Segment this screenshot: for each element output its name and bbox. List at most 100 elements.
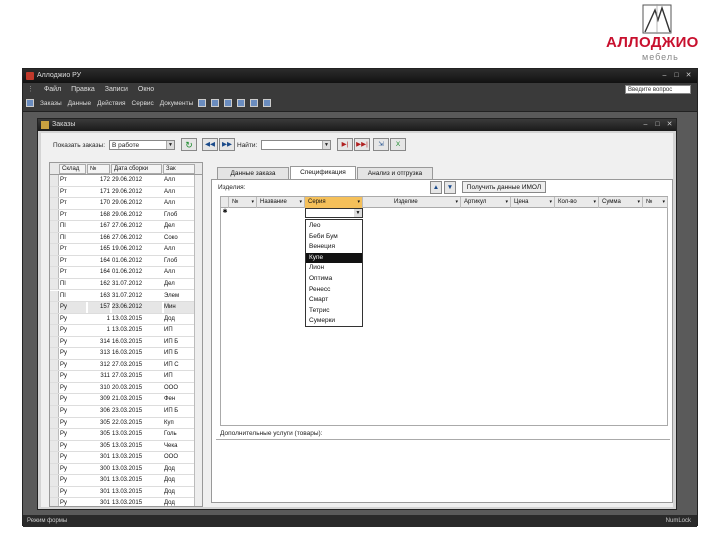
- table-row[interactable]: Пl 166 27.06.2012 Соко: [50, 232, 202, 245]
- help-icon[interactable]: [262, 99, 271, 108]
- status-filter-select[interactable]: В работе ▼: [109, 140, 175, 150]
- table-row[interactable]: Ру 301 13.03.2015 ООО: [50, 452, 202, 464]
- refresh-button[interactable]: ↻: [181, 138, 197, 151]
- print-icon[interactable]: [250, 99, 259, 108]
- spec-col-article[interactable]: Артикул ▾: [461, 197, 511, 208]
- toolbar-actions[interactable]: Действия: [97, 96, 125, 112]
- export-button[interactable]: ⇲: [373, 138, 389, 151]
- table-row[interactable]: Ру 313 16.03.2015 ИП Б: [50, 348, 202, 360]
- row-selector[interactable]: [50, 475, 59, 486]
- table-row[interactable]: Ру 305 13.03.2015 Голь: [50, 429, 202, 441]
- table-row[interactable]: Рт 165 19.06.2012 Алл: [50, 244, 202, 256]
- menu-file[interactable]: Файл: [44, 86, 61, 93]
- chevron-down-icon[interactable]: ▼: [166, 141, 174, 149]
- spec-col-number[interactable]: № ▾: [229, 197, 257, 208]
- row-selector[interactable]: [50, 429, 59, 440]
- table-row[interactable]: Рт 164 01.06.2012 Глоб: [50, 255, 202, 268]
- move-up-icon[interactable]: ▲: [430, 181, 442, 194]
- row-selector[interactable]: [50, 267, 59, 278]
- find-next-button[interactable]: ▶|: [337, 138, 353, 151]
- row-selector[interactable]: [50, 452, 59, 463]
- menu-edit[interactable]: Правка: [71, 86, 95, 93]
- row-selector[interactable]: [50, 486, 59, 498]
- maximize-icon[interactable]: □: [672, 71, 681, 80]
- tab-analysis-shipping[interactable]: Анализ и отгрузка: [357, 167, 433, 179]
- row-selector[interactable]: [50, 440, 59, 452]
- fetch-imol-button[interactable]: Получить данные ИМОЛ: [462, 181, 546, 193]
- row-selector[interactable]: [50, 313, 59, 325]
- tab-specification[interactable]: Спецификация: [290, 166, 356, 179]
- col-header-date[interactable]: Дата сборки: [111, 164, 162, 174]
- next-record-button[interactable]: ▶▶: [219, 138, 235, 151]
- table-row[interactable]: Ру 310 20.03.2015 ООО: [50, 382, 202, 395]
- spec-col-price[interactable]: Цена ▾: [511, 197, 555, 208]
- table-row[interactable]: Ру 305 13.03.2015 Чека: [50, 440, 202, 453]
- table-row[interactable]: Ру 305 22.03.2015 Куп: [50, 417, 202, 430]
- spec-col-item[interactable]: Изделие ▾: [363, 197, 461, 208]
- save-icon[interactable]: [237, 99, 246, 108]
- dropdown-option[interactable]: Смарт: [306, 295, 362, 305]
- col-header-warehouse[interactable]: Склад: [59, 164, 86, 174]
- spec-col-name[interactable]: Название ▾: [257, 197, 305, 208]
- row-selector[interactable]: [50, 498, 59, 506]
- dropdown-option[interactable]: Сумерки: [306, 316, 362, 326]
- toolbar-orders[interactable]: Заказы: [40, 96, 62, 112]
- row-selector[interactable]: [50, 244, 59, 255]
- row-selector[interactable]: [50, 198, 59, 209]
- dropdown-option[interactable]: Венеция: [306, 242, 362, 252]
- form-close-icon[interactable]: ✕: [665, 120, 674, 129]
- table-row[interactable]: Ру 311 27.03.2015 ИП: [50, 371, 202, 383]
- tab-order-data[interactable]: Данные заказа: [217, 167, 289, 179]
- spec-col-series[interactable]: Серия ▾: [305, 197, 363, 208]
- toolbar-data[interactable]: Данные: [68, 96, 91, 112]
- table-row[interactable]: Рт 172 29.06.2012 Алл: [50, 175, 202, 187]
- series-combo[interactable]: ▼: [305, 208, 363, 218]
- row-selector[interactable]: [50, 175, 59, 186]
- prev-record-button[interactable]: ◀◀: [202, 138, 218, 151]
- row-selector[interactable]: [50, 359, 59, 371]
- minimize-icon[interactable]: –: [660, 71, 669, 80]
- scissors-icon[interactable]: [198, 99, 207, 108]
- table-row[interactable]: Ру 306 23.03.2015 ИП Б: [50, 406, 202, 418]
- table-row[interactable]: Ру 300 13.03.2015 Дод: [50, 463, 202, 476]
- close-icon[interactable]: ✕: [684, 71, 693, 80]
- table-row[interactable]: Рт 171 29.06.2012 Алл: [50, 186, 202, 199]
- spec-col-number2[interactable]: № ▾: [643, 197, 668, 208]
- row-selector[interactable]: [50, 278, 59, 290]
- row-selector[interactable]: [50, 336, 59, 348]
- table-row[interactable]: Ру 157 23.06.2012 Мин: [50, 302, 202, 314]
- help-question-input[interactable]: Введите вопрос: [625, 85, 691, 94]
- excel-icon[interactable]: X: [390, 138, 406, 151]
- row-selector[interactable]: [50, 209, 59, 221]
- copy-icon[interactable]: [211, 99, 220, 108]
- chevron-down-icon[interactable]: ▼: [322, 141, 330, 149]
- table-row[interactable]: Рт 170 29.06.2012 Алл: [50, 198, 202, 210]
- menu-records[interactable]: Записи: [105, 86, 128, 93]
- row-selector[interactable]: [50, 325, 59, 336]
- row-selector[interactable]: [50, 221, 59, 232]
- paste-icon[interactable]: [224, 99, 233, 108]
- row-selector[interactable]: [50, 394, 59, 405]
- row-selector[interactable]: [50, 232, 59, 244]
- move-down-icon[interactable]: ▼: [444, 181, 456, 194]
- menu-window[interactable]: Окно: [138, 86, 154, 93]
- row-selector[interactable]: [50, 290, 59, 302]
- dropdown-option[interactable]: Оптима: [306, 274, 362, 284]
- table-row[interactable]: Пl 163 31.07.2012 Элем: [50, 290, 202, 303]
- dropdown-option[interactable]: Лион: [306, 263, 362, 273]
- toolbar-service[interactable]: Сервис: [132, 96, 154, 112]
- form-minimize-icon[interactable]: –: [641, 120, 650, 129]
- col-header-customer[interactable]: Зак: [163, 164, 195, 174]
- row-selector[interactable]: [50, 255, 59, 267]
- table-row[interactable]: Рт 164 01.06.2012 Алл: [50, 267, 202, 279]
- chevron-down-icon[interactable]: ▼: [354, 209, 362, 217]
- table-row[interactable]: Пl 167 27.06.2012 Дел: [50, 221, 202, 233]
- spec-col-qty[interactable]: Кол-во ▾: [555, 197, 599, 208]
- toolbar-documents[interactable]: Документы: [160, 96, 194, 112]
- table-row[interactable]: Ру 309 21.03.2015 Фен: [50, 394, 202, 406]
- dropdown-option[interactable]: Купе: [306, 252, 362, 263]
- spec-col-sum[interactable]: Сумма ▾: [599, 197, 643, 208]
- table-row[interactable]: Ру 1 13.03.2015 ИП: [50, 325, 202, 337]
- row-selector[interactable]: [50, 406, 59, 417]
- col-header-number[interactable]: №: [87, 164, 110, 174]
